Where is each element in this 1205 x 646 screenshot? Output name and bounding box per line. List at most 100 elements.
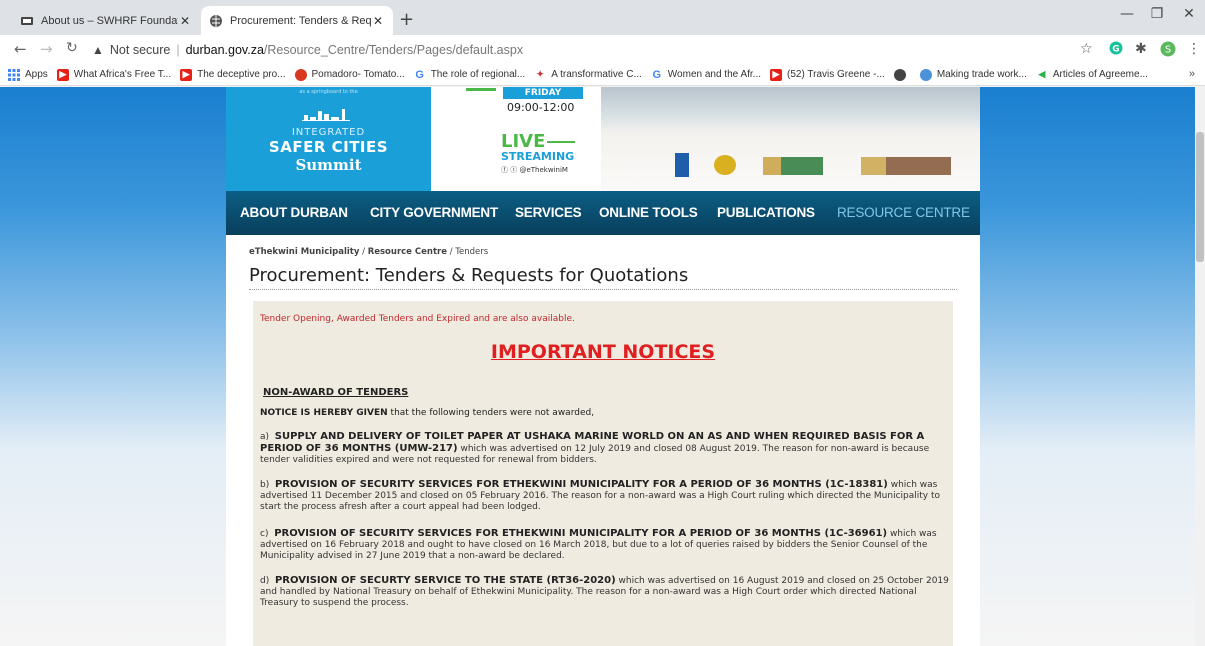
notice-item: d) PROVISION OF SECURTY SERVICE TO THE S…: [260, 575, 949, 608]
bookmark-label: Making trade work...: [936, 69, 1027, 80]
summit-logo-panel: as a springboard to the INTEGRATED SAFER…: [226, 87, 431, 191]
tab-procurement[interactable]: Procurement: Tenders & Reques ✕: [201, 6, 393, 35]
bookmark-label: A transformative C...: [551, 69, 642, 80]
new-tab-button[interactable]: +: [399, 9, 414, 30]
notice-lead: NOTICE IS HEREBY GIVEN that the followin…: [260, 408, 595, 418]
page-title: Procurement: Tenders & Requests for Quot…: [249, 265, 689, 286]
address-host: durban.gov.za: [185, 42, 264, 57]
tomato-icon: [294, 68, 307, 81]
non-award-subheading: NON-AWARD OF TENDERS: [263, 387, 409, 398]
minimize-icon[interactable]: —: [1113, 6, 1141, 22]
facebook-icon: ⓕ: [501, 166, 508, 174]
bookmark-label: Apps: [25, 69, 48, 80]
globe-icon: [893, 68, 906, 81]
close-window-icon[interactable]: ✕: [1175, 6, 1203, 22]
tab-swhrf[interactable]: About us – SWHRF Foundation ✕: [12, 6, 200, 35]
twitter-icon: ⓣ: [510, 166, 518, 174]
tab-title: About us – SWHRF Foundation: [41, 14, 178, 27]
close-tab-icon[interactable]: ✕: [371, 14, 385, 28]
notice-item: c) PROVISION OF SECURITY SERVICES FOR ET…: [260, 528, 937, 561]
address-bar[interactable]: ▲ Not secure | durban.gov.za /Resource_C…: [92, 38, 1072, 61]
banner-safer-cities: SAFER CITIES: [268, 138, 389, 156]
event-day: FRIDAY: [503, 87, 583, 99]
bookmark-apps[interactable]: Apps: [8, 68, 48, 81]
banner-summit: Summit: [295, 156, 362, 174]
partner-logo-3: [763, 157, 823, 175]
restore-icon[interactable]: ❐: [1143, 6, 1171, 22]
nav-resource-centre[interactable]: RESOURCE CENTRE: [837, 191, 970, 235]
banner-tagline: as a springboard to the: [299, 89, 358, 95]
swhrf-favicon-icon: [21, 16, 33, 25]
back-icon[interactable]: ←: [14, 40, 27, 58]
scrollbar-thumb[interactable]: [1196, 132, 1204, 262]
site-container: as a springboard to the INTEGRATED SAFER…: [226, 87, 980, 646]
youtube-icon: ▶: [56, 68, 69, 81]
nav-city-government[interactable]: CITY GOVERNMENT: [370, 191, 498, 235]
nav-online-tools[interactable]: ONLINE TOOLS: [599, 191, 698, 235]
reload-icon[interactable]: ↻: [66, 40, 78, 56]
people-icon: ✦: [536, 69, 544, 79]
important-notices-heading: IMPORTANT NOTICES: [490, 341, 716, 363]
bookmark-label: (52) Travis Greene -...: [787, 69, 885, 80]
address-divider: |: [176, 42, 180, 57]
bookmark-label: What Africa's Free T...: [73, 69, 172, 80]
summit-banner[interactable]: as a springboard to the INTEGRATED SAFER…: [226, 87, 980, 191]
browser-toolbar: ← → ↻ ▲ Not secure | durban.gov.za /Reso…: [0, 35, 1205, 64]
event-info-panel: FRIDAY 09:00-12:00 LIVE STREAMING ⓕ ⓣ @e…: [431, 87, 601, 191]
chrome-menu-icon[interactable]: ⋮: [1187, 41, 1201, 57]
page-scrollbar[interactable]: [1195, 87, 1205, 646]
bookmark-item[interactable]: ▶ (52) Travis Greene -...: [770, 68, 885, 81]
globe-favicon-icon: [210, 14, 222, 27]
svg-text:G: G: [1112, 45, 1119, 55]
breadcrumb-current: Tenders: [455, 247, 489, 257]
notices-panel: Tender Opening, Awarded Tenders and Expi…: [253, 301, 953, 646]
bookmark-item[interactable]: [893, 68, 911, 81]
skyline-icon: [301, 109, 350, 121]
breadcrumb-separator: /: [449, 247, 453, 257]
social-handle: ⓕ ⓣ @eThekwiniM: [501, 166, 568, 174]
coat-of-arms-icon: [714, 155, 736, 175]
bookmark-item[interactable]: Making trade work...: [919, 68, 1027, 81]
grammarly-extension-icon[interactable]: G: [1109, 41, 1123, 59]
partner-logo-4: [861, 157, 951, 175]
streaming-label: STREAMING: [501, 150, 575, 163]
profile-initial: S: [1165, 45, 1171, 56]
partner-logo-1: [675, 153, 689, 177]
bookmark-label: Articles of Agreeme...: [1052, 69, 1148, 80]
nav-about-durban[interactable]: ABOUT DURBAN: [240, 191, 348, 235]
main-nav: ABOUT DURBAN CITY GOVERNMENT SERVICES ON…: [226, 191, 980, 235]
page-viewport: as a springboard to the INTEGRATED SAFER…: [0, 87, 1195, 646]
bookmark-item[interactable]: ▶ The deceptive pro...: [180, 68, 286, 81]
profile-avatar[interactable]: S: [1160, 41, 1176, 61]
breadcrumb-section[interactable]: Resource Centre: [368, 247, 447, 257]
google-icon: G: [415, 68, 424, 81]
youtube-icon: ▶: [770, 68, 782, 81]
breadcrumb-root[interactable]: eThekwini Municipality: [249, 247, 359, 257]
bookmark-item[interactable]: G The role of regional...: [414, 68, 526, 81]
intro-links[interactable]: Tender Opening, Awarded Tenders and Expi…: [260, 314, 575, 324]
forward-icon[interactable]: →: [40, 40, 53, 58]
nav-services[interactable]: SERVICES: [515, 191, 582, 235]
nav-publications[interactable]: PUBLICATIONS: [717, 191, 815, 235]
apps-grid-icon: [8, 68, 20, 81]
partner-logos-panel: [601, 87, 980, 191]
un-icon: [919, 68, 932, 81]
live-label: LIVE: [501, 131, 576, 152]
feedly-icon: ◀: [1038, 69, 1046, 79]
more-bookmarks-icon[interactable]: »: [1189, 68, 1195, 80]
bookmark-star-icon[interactable]: ☆: [1080, 41, 1093, 57]
bookmark-item[interactable]: G Women and the Afr...: [651, 69, 761, 81]
bookmark-item[interactable]: ◀ Articles of Agreeme...: [1036, 69, 1148, 81]
bookmark-label: The deceptive pro...: [197, 69, 286, 80]
bookmark-item[interactable]: Pomadoro- Tomato...: [294, 68, 405, 81]
bookmark-item[interactable]: ▶ What Africa's Free T...: [56, 68, 172, 81]
bookmark-label: The role of regional...: [430, 69, 526, 80]
close-tab-icon[interactable]: ✕: [178, 14, 192, 28]
extensions-puzzle-icon[interactable]: ✱: [1135, 41, 1147, 57]
bookmark-item[interactable]: ✦ A transformative C...: [534, 69, 642, 81]
bookmarks-bar: Apps ▶ What Africa's Free T... ▶ The dec…: [0, 64, 1205, 86]
date-fragment: [466, 87, 496, 91]
breadcrumb: eThekwini Municipality / Resource Centre…: [249, 247, 488, 257]
event-time: 09:00-12:00: [507, 101, 575, 114]
warning-icon[interactable]: ▲: [92, 43, 104, 57]
